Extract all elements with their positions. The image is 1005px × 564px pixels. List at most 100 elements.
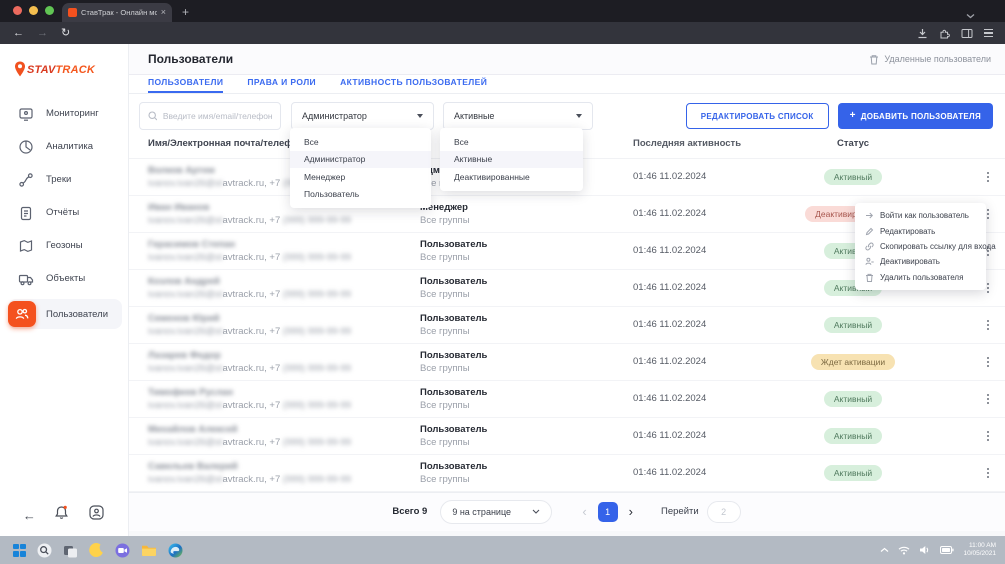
column-status: Статус [803, 138, 903, 149]
sidebar-item-analytics[interactable]: Аналитика [0, 130, 128, 163]
trash-icon [869, 54, 879, 65]
row-menu-button[interactable] [984, 317, 992, 333]
role-option-admin[interactable]: Администратор [290, 151, 431, 169]
status-badge: Активный [824, 317, 882, 333]
current-page-button[interactable]: 1 [598, 502, 618, 522]
tab-user-activity[interactable]: АКТИВНОСТЬ ПОЛЬЗОВАТЕЛЕЙ [340, 77, 487, 93]
crescent-app-icon[interactable] [89, 543, 104, 558]
user-name: Герасимов Степан [148, 239, 420, 250]
sidebar-item-objects[interactable]: Объекты [0, 262, 128, 295]
collapse-sidebar-icon[interactable]: ← [23, 508, 36, 523]
sidebar-item-tracks[interactable]: Треки [0, 163, 128, 196]
user-groups: Все группы [420, 326, 633, 337]
user-groups: Все группы [420, 252, 633, 263]
tab-rights-roles[interactable]: ПРАВА И РОЛИ [247, 77, 316, 93]
search-field[interactable] [139, 102, 281, 130]
teams-chat-icon[interactable] [115, 543, 130, 558]
sidebar-panel-icon[interactable] [961, 28, 973, 39]
browser-tab[interactable]: СтавТрак - Онлайн мониторинг × [62, 3, 172, 22]
search-input[interactable] [163, 111, 272, 121]
deleted-users-link[interactable]: Удаленные пользователи [869, 54, 991, 65]
sidebar: STAVTRACK Мониторинг Аналитика Треки От [0, 44, 128, 536]
menu-hamburger-icon[interactable] [984, 29, 993, 37]
status-option-active[interactable]: Активные [440, 151, 583, 169]
sidebar-item-users[interactable]: Пользователи [8, 299, 122, 329]
status-badge: Активный [824, 465, 882, 481]
window-controls [13, 6, 54, 15]
edge-browser-icon[interactable] [168, 543, 183, 558]
volume-icon[interactable] [919, 545, 931, 555]
sidebar-item-monitoring[interactable]: Мониторинг [0, 97, 128, 130]
maximize-window-button[interactable] [45, 6, 54, 15]
new-tab-button[interactable]: + [182, 6, 189, 18]
sidebar-bottom-bar: ← [0, 502, 128, 528]
status-option-deactivated[interactable]: Деактивированные [440, 168, 583, 186]
minimize-window-button[interactable] [29, 6, 38, 15]
close-tab-icon[interactable]: × [161, 8, 166, 17]
sidebar-item-reports[interactable]: Отчёты [0, 196, 128, 229]
start-menu-icon[interactable] [13, 544, 26, 557]
user-name: Савельев Валерий [148, 461, 420, 472]
reload-button[interactable]: ↻ [61, 28, 70, 39]
sidebar-nav: Мониторинг Аналитика Треки Отчёты Геозон… [0, 97, 128, 329]
downloads-icon[interactable] [917, 28, 928, 39]
row-menu-button[interactable] [984, 354, 992, 370]
edit-list-button[interactable]: РЕДАКТИРОВАТЬ СПИСОК [686, 103, 829, 129]
role-option-user[interactable]: Пользователь [290, 186, 431, 204]
menu-login-as-user[interactable]: Войти как пользователь [855, 208, 986, 223]
user-groups: Все группы [420, 289, 633, 300]
sidebar-item-geozones[interactable]: Геозоны [0, 229, 128, 262]
file-explorer-icon[interactable] [141, 543, 157, 557]
user-role: Пользователь [420, 424, 633, 435]
table-row: Савельев Валерий ivanov.ivan26@stavtrack… [128, 455, 1005, 492]
user-name: Михайлов Алексей [148, 424, 420, 435]
battery-icon[interactable] [940, 546, 954, 554]
user-contacts: ivanov.ivan26@stavtrack.ru, +7 (999) 999… [148, 326, 420, 337]
per-page-select[interactable]: 9 на странице [440, 500, 552, 524]
last-activity: 01:46 11.02.2024 [633, 319, 803, 330]
next-page-button[interactable]: › [629, 505, 633, 518]
row-menu-button[interactable] [984, 169, 992, 185]
delete-trash-icon [865, 273, 874, 282]
logo-wordmark: STAVTRACK [27, 64, 95, 76]
last-activity: 01:46 11.02.2024 [633, 208, 803, 219]
row-menu-button[interactable] [984, 465, 992, 481]
close-window-button[interactable] [13, 6, 22, 15]
notifications-bell-icon[interactable] [53, 504, 70, 526]
add-user-button[interactable]: +ДОБАВИТЬ ПОЛЬЗОВАТЕЛЯ [838, 103, 993, 129]
forward-button[interactable]: → [37, 28, 48, 39]
goto-page-input[interactable]: 2 [707, 501, 741, 523]
menu-delete-user[interactable]: Удалить пользователя [855, 270, 986, 285]
taskbar-search-icon[interactable] [37, 543, 52, 558]
role-option-all[interactable]: Все [290, 133, 431, 151]
tab-users[interactable]: ПОЛЬЗОВАТЕЛИ [148, 77, 223, 93]
user-name: Тимофеев Руслан [148, 387, 420, 398]
profile-icon[interactable] [88, 504, 105, 526]
user-contacts: ivanov.ivan26@stavtrack.ru, +7 (999) 999… [148, 400, 420, 411]
menu-deactivate[interactable]: Деактивировать [855, 254, 986, 269]
row-menu-button[interactable] [984, 428, 992, 444]
status-option-all[interactable]: Все [440, 133, 583, 151]
back-button[interactable]: ← [13, 28, 24, 39]
taskbar-clock[interactable]: 11:00 AM 10/05/2021 [963, 542, 996, 559]
menu-copy-login-link[interactable]: Скопировать ссылку для входа [855, 239, 986, 254]
user-role: Менеджер [420, 202, 633, 213]
page-title: Пользователи [148, 52, 233, 66]
tray-chevron-up-icon[interactable] [880, 547, 889, 553]
extensions-puzzle-icon[interactable] [939, 28, 950, 39]
role-filter-select[interactable]: Администратор [291, 102, 434, 130]
role-option-manager[interactable]: Менеджер [290, 168, 431, 186]
site-favicon-icon [68, 8, 77, 17]
total-count: Всего 9 [392, 506, 427, 517]
status-filter-select[interactable]: Активные [443, 102, 593, 130]
menu-edit[interactable]: Редактировать [855, 223, 986, 238]
table-row: Семенов Юрий ivanov.ivan26@stavtrack.ru,… [128, 307, 1005, 344]
row-menu-button[interactable] [984, 391, 992, 407]
goto-page-label: Перейти [661, 506, 699, 517]
wifi-icon[interactable] [898, 545, 910, 555]
task-view-icon[interactable] [63, 543, 78, 558]
user-role: Пользователь [420, 239, 633, 250]
prev-page-button[interactable]: ‹ [582, 505, 586, 518]
tab-title: СтавТрак - Онлайн мониторинг [81, 8, 157, 17]
page-header: Пользователи Удаленные пользователи [128, 44, 1005, 75]
